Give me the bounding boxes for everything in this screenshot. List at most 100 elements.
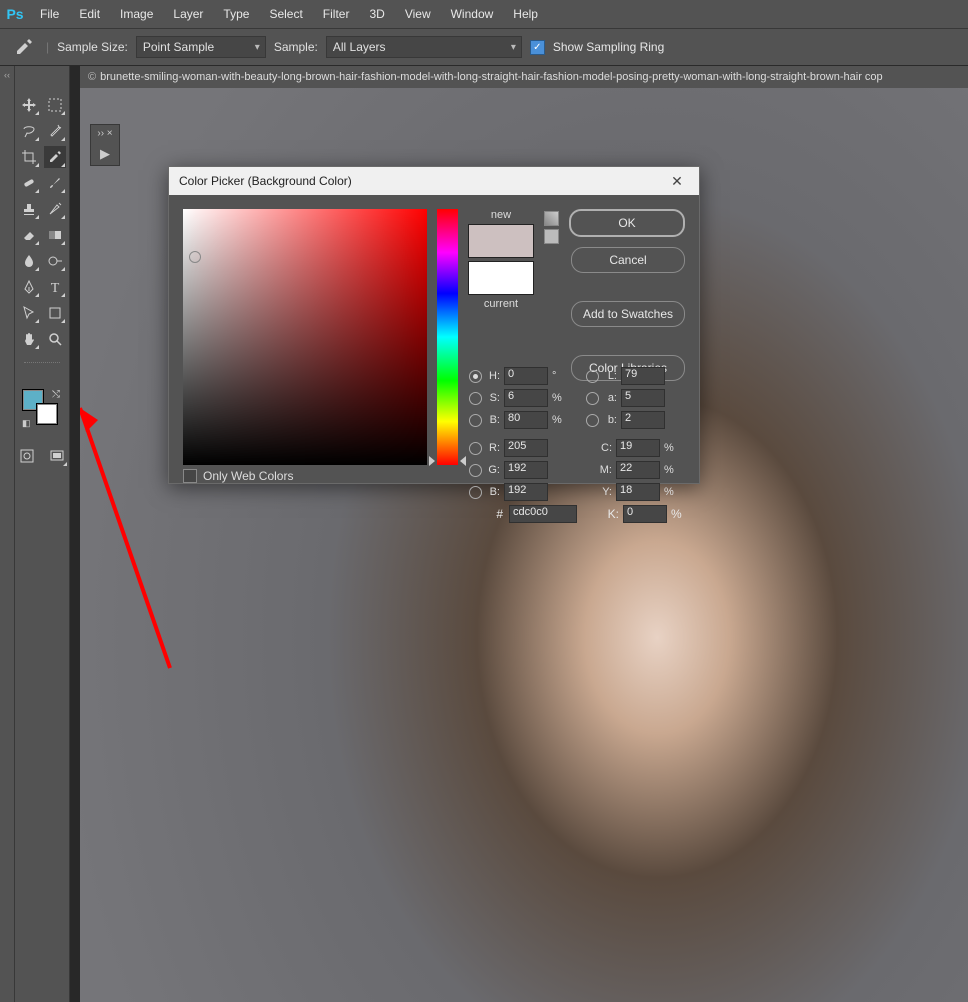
lasso-tool[interactable] [18,120,40,142]
eyedropper-icon [10,33,38,61]
r-input[interactable]: 205 [504,439,548,457]
bv-input[interactable]: 80 [504,411,548,429]
saturation-value-field[interactable] [183,209,427,465]
sample-select[interactable]: All Layers [326,36,522,58]
s-radio[interactable] [469,392,482,405]
l-radio[interactable] [586,370,599,383]
menu-layer[interactable]: Layer [163,0,213,28]
menu-filter[interactable]: Filter [313,0,360,28]
y-input[interactable]: 18 [616,483,660,501]
menubar: Ps File Edit Image Layer Type Select Fil… [0,0,968,29]
dialog-title: Color Picker (Background Color) [179,174,352,188]
dodge-tool[interactable] [44,250,66,272]
eraser-tool[interactable] [18,224,40,246]
hue-slider[interactable] [437,209,458,465]
marquee-tool[interactable] [44,94,66,116]
web-colors-checkbox[interactable] [183,469,197,483]
ok-button[interactable]: OK [569,209,685,237]
svg-text:T: T [51,281,60,295]
new-color-swatch [468,224,534,258]
healing-tool[interactable] [18,172,40,194]
menu-edit[interactable]: Edit [69,0,110,28]
close-icon[interactable]: ✕ [665,173,689,190]
document-tab[interactable]: © brunette-smiling-woman-with-beauty-lon… [80,66,968,88]
g-input[interactable]: 192 [504,461,548,479]
menu-type[interactable]: Type [213,0,259,28]
document-title: brunette-smiling-woman-with-beauty-long-… [100,71,883,83]
current-label: current [484,298,518,310]
actions-mini-panel[interactable]: ›› × ▶ [90,124,120,166]
c-input[interactable]: 19 [616,439,660,457]
sample-label: Sample: [274,40,318,54]
screenmode-tool[interactable] [46,445,68,467]
menu-view[interactable]: View [395,0,441,28]
default-colors-icon[interactable]: ◧ [22,418,31,429]
color-fields: H: 0° L:79 S: 6% a:5 B: 80% b:2 [469,367,699,523]
show-ring-checkbox[interactable]: ✓ [530,40,545,55]
g-radio[interactable] [469,464,482,477]
menu-window[interactable]: Window [441,0,504,28]
magic-wand-tool[interactable] [44,120,66,142]
show-ring-label: Show Sampling Ring [553,40,664,54]
menu-3d[interactable]: 3D [359,0,394,28]
background-swatch[interactable] [36,403,58,425]
pen-tool[interactable] [18,276,40,298]
add-swatches-button[interactable]: Add to Swatches [571,301,685,327]
h-input[interactable]: 0 [504,367,548,385]
hex-input[interactable]: cdc0c0 [509,505,577,523]
options-bar: | Sample Size: Point Sample Sample: All … [0,29,968,66]
hand-tool[interactable] [18,328,40,350]
canvas[interactable]: ›› × ▶ Color Picker (Background Color) ✕ [80,88,968,1002]
b-input[interactable]: 2 [621,411,665,429]
menu-select[interactable]: Select [259,0,312,28]
history-brush-tool[interactable] [44,198,66,220]
gamut-warning-icon[interactable] [544,211,559,226]
tools-panel: T ⤭ ◧ [15,66,70,1002]
stamp-tool[interactable] [18,198,40,220]
color-picker-dialog: Color Picker (Background Color) ✕ new cu… [168,166,700,484]
menu-file[interactable]: File [30,0,69,28]
s-input[interactable]: 6 [504,389,548,407]
l-input[interactable]: 79 [621,367,665,385]
sample-size-label: Sample Size: [57,40,128,54]
sv-cursor [189,251,201,263]
web-colors-label: Only Web Colors [203,469,293,483]
bb-input[interactable]: 192 [504,483,548,501]
blur-tool[interactable] [18,250,40,272]
r-radio[interactable] [469,442,482,455]
cancel-button[interactable]: Cancel [571,247,685,273]
shape-tool[interactable] [44,302,66,324]
app-logo: Ps [0,0,30,28]
move-tool[interactable] [18,94,40,116]
menu-image[interactable]: Image [110,0,163,28]
m-input[interactable]: 22 [616,461,660,479]
play-icon[interactable]: ▶ [100,146,110,162]
b-radio[interactable] [586,414,599,427]
copyright-icon: © [88,71,96,83]
zoom-tool[interactable] [44,328,66,350]
current-color-swatch[interactable] [468,261,534,295]
a-radio[interactable] [586,392,599,405]
new-label: new [491,209,511,221]
type-tool[interactable]: T [44,276,66,298]
canvas-area: © brunette-smiling-woman-with-beauty-lon… [70,66,968,1002]
panel-expand-icon[interactable]: ›› × [97,128,112,139]
k-input[interactable]: 0 [623,505,667,523]
path-select-tool[interactable] [18,302,40,324]
websafe-warning-icon[interactable] [544,229,559,244]
menu-help[interactable]: Help [503,0,548,28]
crop-tool[interactable] [18,146,40,168]
gradient-tool[interactable] [44,224,66,246]
panel-collapse-strip[interactable]: ‹‹ [0,66,15,1002]
brush-tool[interactable] [44,172,66,194]
bb-radio[interactable] [469,486,482,499]
swap-colors-icon[interactable]: ⤭ [52,389,60,400]
eyedropper-tool[interactable] [44,146,66,168]
quickmask-tool[interactable] [16,445,38,467]
a-input[interactable]: 5 [621,389,665,407]
color-swatches[interactable]: ⤭ ◧ [22,389,62,429]
bv-radio[interactable] [469,414,482,427]
dialog-titlebar[interactable]: Color Picker (Background Color) ✕ [169,167,699,195]
h-radio[interactable] [469,370,482,383]
sample-size-select[interactable]: Point Sample [136,36,266,58]
